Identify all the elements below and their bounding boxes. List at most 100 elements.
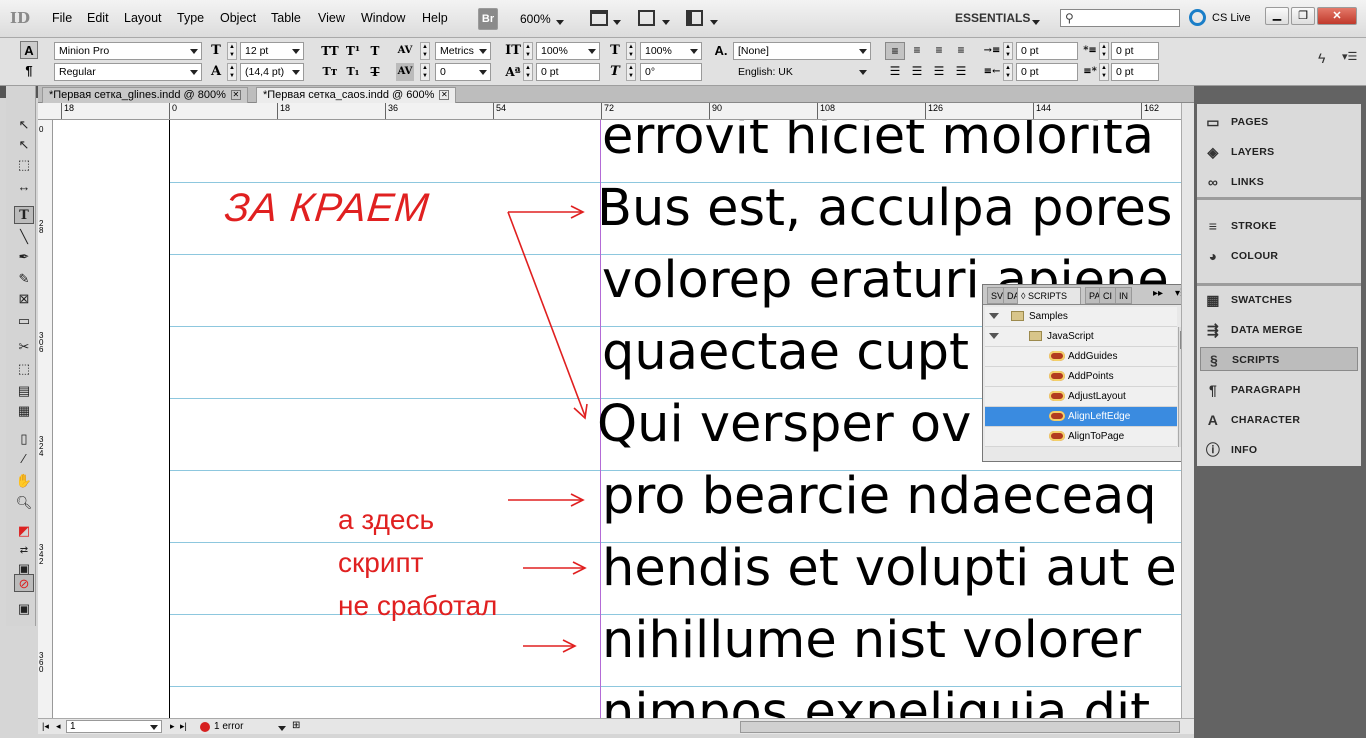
zoom-dropdown-icon[interactable] — [556, 16, 564, 28]
skew-stepper[interactable]: ▲ ▼ — [626, 63, 636, 81]
menu-help[interactable]: Help — [422, 11, 448, 25]
panel-tab-character[interactable]: CI — [1099, 287, 1116, 304]
type-tool-icon[interactable]: T — [14, 206, 34, 224]
left-indent-field[interactable]: 0 pt — [1016, 42, 1078, 60]
gradient-swatch-tool-icon[interactable]: ▤ — [14, 382, 34, 400]
pencil-tool-icon[interactable]: ✎ — [14, 270, 34, 288]
panel-tab-scripts[interactable]: ◊ SCRIPTS — [1017, 287, 1081, 304]
panel-swatches[interactable]: ▦ SWATCHES — [1200, 288, 1358, 312]
previous-page-button[interactable]: ◂ — [56, 721, 61, 732]
align-right-icon[interactable]: ≡ — [929, 42, 949, 60]
vertical-scrollbar[interactable] — [1181, 103, 1194, 718]
tracking-stepper[interactable]: ▲ ▼ — [420, 63, 430, 81]
all-caps-button[interactable]: TT — [321, 42, 339, 60]
last-line-indent-stepper[interactable]: ▲ ▼ — [1099, 63, 1109, 81]
apply-none-icon[interactable]: ⊘ — [14, 574, 34, 592]
right-indent-stepper[interactable]: ▲ ▼ — [1003, 63, 1013, 81]
expand-triangle-icon[interactable] — [989, 331, 999, 342]
screen-mode-icon[interactable] — [638, 10, 655, 26]
arrange-dropdown-icon[interactable] — [710, 16, 718, 28]
bridge-button[interactable]: Br — [478, 8, 498, 30]
menu-edit[interactable]: Edit — [87, 11, 109, 25]
script-tree-row[interactable]: JavaScript — [985, 327, 1177, 347]
font-style-select[interactable]: Regular — [54, 63, 202, 81]
hand-tool-icon[interactable]: ✋ — [14, 472, 34, 490]
align-towards-spine-icon[interactable]: ≡ — [951, 42, 971, 60]
justify-center-icon[interactable]: ☰ — [907, 63, 927, 81]
preflight-status[interactable]: 1 error — [214, 721, 243, 732]
expand-triangle-icon[interactable] — [989, 311, 999, 322]
small-caps-button[interactable]: Tт — [321, 63, 339, 81]
zoom-level[interactable]: 600% — [520, 12, 551, 26]
next-page-button[interactable]: ▸ — [170, 721, 175, 732]
strikethrough-button[interactable]: T — [366, 63, 384, 81]
font-family-select[interactable]: Minion Pro — [54, 42, 202, 60]
leading-stepper[interactable]: ▲ ▼ — [227, 63, 237, 81]
leading-field[interactable]: (14,4 pt) — [240, 63, 304, 81]
first-page-button[interactable]: |◂ — [42, 721, 49, 732]
vertical-ruler[interactable]: 0 2 8 3 0 6 3 2 4 3 4 2 3 6 0 — [38, 120, 53, 718]
note-tool-icon[interactable]: ▯ — [14, 430, 34, 448]
vertical-scale-field[interactable]: 100% — [536, 42, 600, 60]
horizontal-ruler[interactable]: 18 0 18 36 54 72 90 108 126 144 162 — [38, 103, 1181, 120]
script-tree-row[interactable]: AlignToPage — [985, 427, 1177, 447]
workspace-switcher[interactable]: ESSENTIALS — [955, 11, 1030, 25]
screen-mode-normal-icon[interactable]: ▣ — [14, 600, 34, 618]
panel-stroke[interactable]: ≡ STROKE — [1200, 214, 1358, 238]
panel-layers[interactable]: ◈ LAYERS — [1200, 140, 1358, 164]
document-tab-glines[interactable]: *Первая сетка_glines.indd @ 800% ✕ — [42, 87, 248, 103]
help-search-input[interactable]: ⚲ — [1060, 9, 1180, 27]
close-tab-icon[interactable]: ✕ — [439, 90, 450, 101]
paragraph-formatting-mode-icon[interactable]: ¶ — [20, 62, 38, 80]
script-tree-row[interactable]: AddGuides — [985, 347, 1177, 367]
right-indent-field[interactable]: 0 pt — [1016, 63, 1078, 81]
panel-colour[interactable]: ◕ COLOUR — [1200, 244, 1358, 268]
panel-paragraph[interactable]: ¶ PARAGRAPH — [1200, 378, 1358, 402]
view-options-icon[interactable] — [590, 10, 608, 26]
menu-view[interactable]: View — [318, 11, 345, 25]
preflight-menu-icon[interactable] — [278, 723, 286, 734]
minimize-button[interactable]: ▁ — [1265, 7, 1289, 25]
align-center-icon[interactable]: ≡ — [907, 42, 927, 60]
menu-file[interactable]: File — [52, 11, 72, 25]
view-options-dropdown-icon[interactable] — [613, 16, 621, 28]
scissors-tool-icon[interactable]: ✂ — [14, 338, 34, 356]
panel-scripts[interactable]: § SCRIPTS — [1200, 347, 1358, 371]
horizontal-scale-field[interactable]: 100% — [640, 42, 702, 60]
menu-type[interactable]: Type — [177, 11, 204, 25]
menu-object[interactable]: Object — [220, 11, 256, 25]
font-size-field[interactable]: 12 pt — [240, 42, 304, 60]
panel-expand-icon[interactable]: ▸▸ — [1153, 288, 1163, 299]
last-line-indent-field[interactable]: 0 pt — [1111, 63, 1159, 81]
last-page-button[interactable]: ▸| — [180, 721, 187, 732]
pen-tool-icon[interactable]: ✒ — [14, 248, 34, 266]
screen-mode-dropdown-icon[interactable] — [662, 16, 670, 28]
arrange-documents-icon[interactable] — [686, 10, 703, 26]
eyedropper-tool-icon[interactable]: ⁄ — [14, 450, 34, 468]
left-indent-stepper[interactable]: ▲ ▼ — [1003, 42, 1013, 60]
kerning-select[interactable]: Metrics — [435, 42, 491, 60]
direct-selection-tool-icon[interactable]: ↖ — [14, 136, 34, 154]
line-tool-icon[interactable]: ╲ — [14, 228, 34, 246]
align-left-icon[interactable]: ≡ — [885, 42, 905, 60]
subscript-button[interactable]: T₁ — [344, 63, 362, 81]
font-size-stepper[interactable]: ▲ ▼ — [227, 42, 237, 60]
horizontal-scale-stepper[interactable]: ▲ ▼ — [626, 42, 636, 60]
underline-button[interactable]: T — [366, 42, 384, 60]
panel-pages[interactable]: ▭ PAGES — [1200, 110, 1358, 134]
justify-right-icon[interactable]: ☰ — [929, 63, 949, 81]
script-tree-row-selected[interactable]: AlignLeftEdge — [985, 407, 1177, 427]
cs-live-button[interactable]: CS Live — [1212, 12, 1251, 24]
justify-left-icon[interactable]: ☰ — [885, 63, 905, 81]
script-tree-row[interactable]: AdjustLayout — [985, 387, 1177, 407]
tracking-field[interactable]: 0 — [435, 63, 491, 81]
page-number-field[interactable]: 1 — [66, 720, 162, 733]
lightning-icon[interactable]: ϟ — [1318, 50, 1325, 66]
script-tree-row[interactable]: Samples — [985, 307, 1177, 327]
justify-all-icon[interactable]: ☰ — [951, 63, 971, 81]
character-style-select[interactable]: [None] — [733, 42, 871, 60]
horizontal-scrollbar-thumb[interactable] — [740, 721, 1180, 733]
first-line-indent-stepper[interactable]: ▲ ▼ — [1099, 42, 1109, 60]
panel-info[interactable]: ⓘ INFO — [1200, 438, 1358, 462]
rectangle-tool-icon[interactable]: ▭ — [14, 312, 34, 330]
